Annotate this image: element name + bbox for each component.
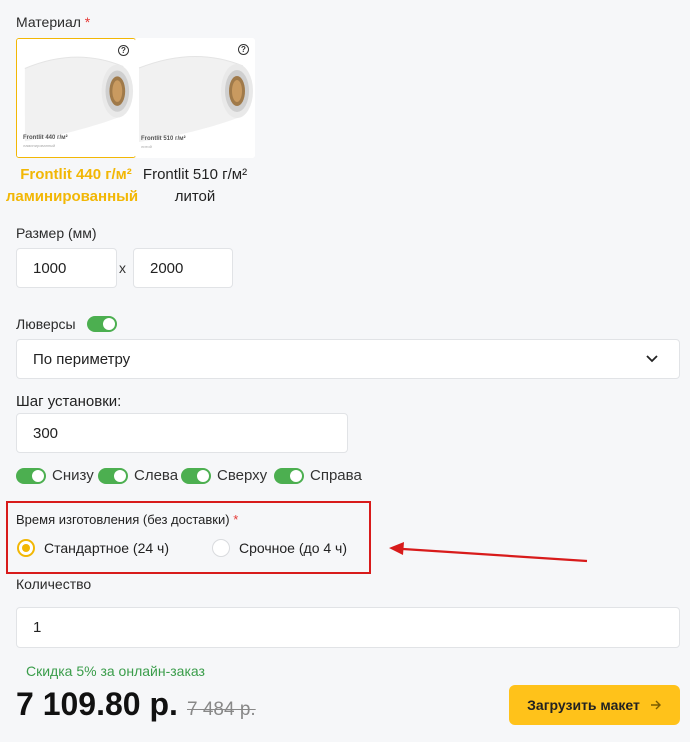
help-icon[interactable]: ? — [118, 45, 129, 56]
production-label: Время изготовления (без доставки) * — [16, 512, 239, 527]
chevron-down-icon — [646, 355, 658, 363]
production-urgent-radio[interactable] — [212, 539, 230, 557]
quantity-label: Количество — [16, 576, 92, 592]
annotation-arrow-icon — [389, 542, 588, 563]
size-separator: x — [119, 260, 126, 276]
side-toggle-right[interactable] — [274, 468, 304, 484]
material-option-frontlit-510[interactable]: ? Frontlit 510 г/м² литой — [135, 38, 255, 158]
production-standard-radio[interactable] — [17, 539, 35, 557]
card-subcaption: литой — [141, 144, 152, 149]
discount-note: Скидка 5% за онлайн-заказ — [26, 663, 205, 679]
material-name-frontlit-440[interactable]: Frontlit 440 г/м² ламинированный — [6, 164, 146, 208]
card-subcaption: ламинированный — [23, 143, 56, 148]
step-label: Шаг установки: — [16, 393, 122, 410]
side-toggle-bottom[interactable] — [16, 468, 46, 484]
quantity-input[interactable]: 1 — [16, 607, 680, 648]
card-caption: Frontlit 510 г/м² — [141, 136, 186, 142]
step-input[interactable]: 300 — [16, 413, 348, 453]
side-label-right: Справа — [310, 467, 362, 484]
help-icon[interactable]: ? — [238, 44, 249, 55]
card-caption: Frontlit 440 г/м² — [23, 135, 68, 141]
grommets-toggle[interactable] — [87, 316, 117, 332]
side-toggle-top[interactable] — [181, 468, 211, 484]
side-label-top: Сверху — [217, 467, 268, 484]
height-input[interactable]: 2000 — [133, 248, 233, 288]
old-price: 7 484 р. — [187, 699, 256, 720]
material-name-frontlit-510[interactable]: Frontlit 510 г/м² литой — [137, 164, 253, 208]
material-label: Материал * — [16, 14, 91, 30]
upload-layout-button[interactable]: Загрузить макет — [509, 685, 680, 725]
size-label: Размер (мм) — [16, 225, 97, 241]
grommets-placement-select[interactable]: По периметру — [16, 339, 680, 379]
grommets-label: Люверсы — [16, 316, 76, 332]
side-label-bottom: Снизу — [52, 467, 94, 484]
side-toggle-left[interactable] — [98, 468, 128, 484]
current-price: 7 109.80 р. — [16, 686, 178, 722]
width-input[interactable]: 1000 — [16, 248, 117, 288]
side-label-left: Слева — [134, 467, 179, 484]
production-standard-label[interactable]: Стандартное (24 ч) — [44, 540, 169, 556]
production-urgent-label[interactable]: Срочное (до 4 ч) — [239, 540, 347, 556]
arrow-right-icon — [650, 700, 661, 710]
material-option-frontlit-440[interactable]: ? Frontlit 440 г/м² ламинированный — [16, 38, 136, 158]
